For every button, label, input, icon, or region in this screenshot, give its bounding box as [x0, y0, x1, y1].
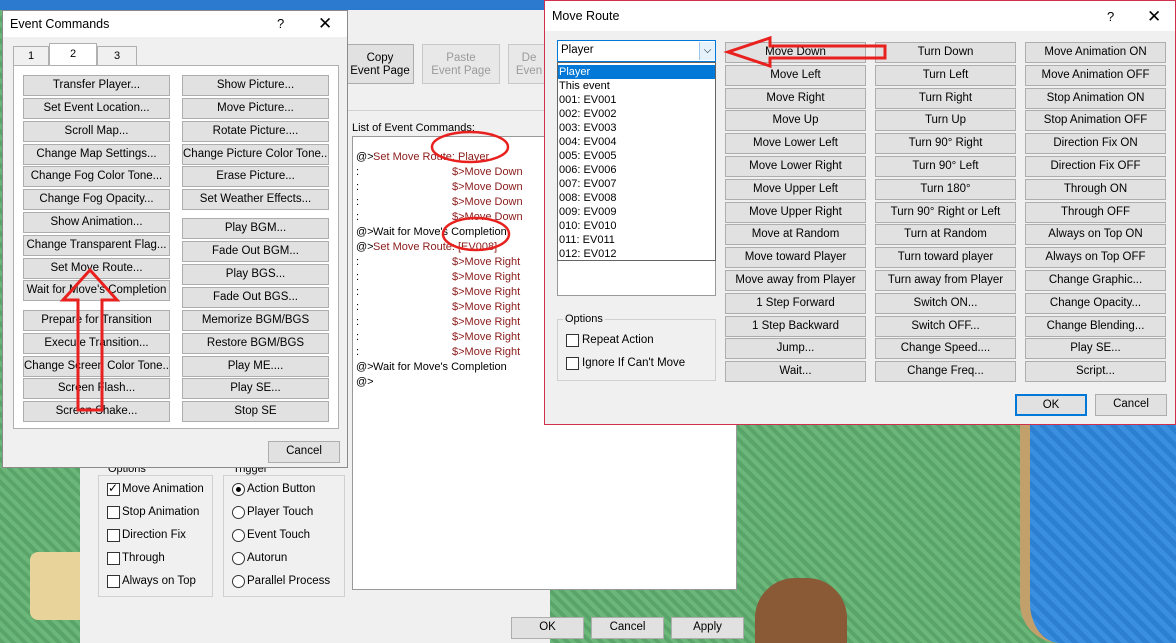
left-arrow-annotation: [723, 35, 887, 69]
player-circle-annotation: [430, 130, 510, 164]
up-arrow-annotation: [59, 267, 121, 412]
annotation-overlay: [59, 35, 887, 412]
ev008-circle-annotation: [441, 216, 511, 252]
